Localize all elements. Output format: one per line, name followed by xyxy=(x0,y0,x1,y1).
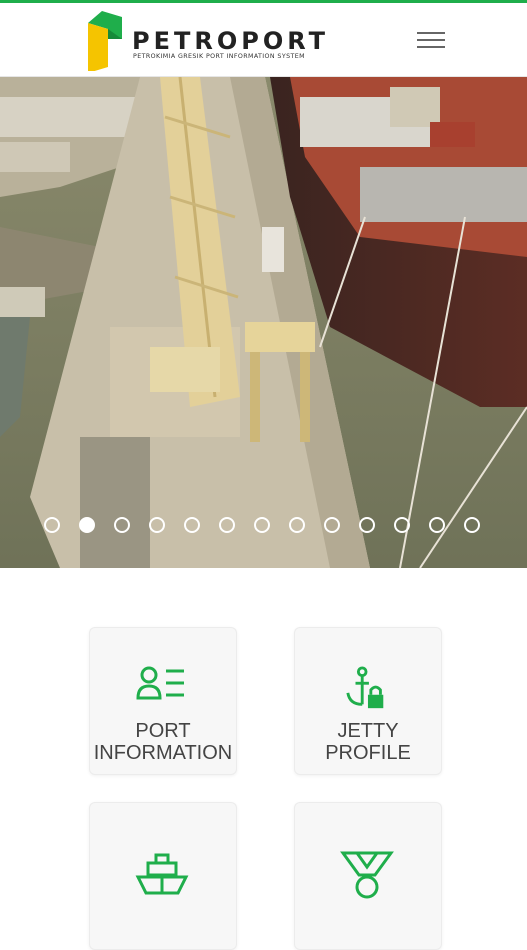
hero-carousel-slide[interactable] xyxy=(0,77,527,568)
tile-label: PORT INFORMATION xyxy=(93,720,233,764)
carousel-indicators xyxy=(0,517,527,539)
award-tile[interactable] xyxy=(294,802,442,950)
carousel-dot[interactable] xyxy=(324,517,340,533)
brand-subtitle: PETROKIMIA GRESIK PORT INFORMATION SYSTE… xyxy=(133,53,305,60)
carousel-dot[interactable] xyxy=(79,517,95,533)
carousel-dot[interactable] xyxy=(114,517,130,533)
port-information-tile[interactable]: PORT INFORMATION xyxy=(89,627,237,775)
hamburger-menu-icon[interactable] xyxy=(413,27,449,55)
medal-icon xyxy=(340,851,394,899)
carousel-dot[interactable] xyxy=(219,517,235,533)
anchor-lock-icon xyxy=(346,666,384,709)
carousel-dot[interactable] xyxy=(359,517,375,533)
port-crane-ship-photo xyxy=(0,77,527,568)
carousel-dot[interactable] xyxy=(184,517,200,533)
person-list-icon xyxy=(136,666,184,700)
logo-mark-icon xyxy=(88,11,122,71)
jetty-profile-tile[interactable]: JETTY PROFILE xyxy=(294,627,442,775)
carousel-dot[interactable] xyxy=(464,517,480,533)
ship-icon xyxy=(135,853,189,895)
tile-label: JETTY PROFILE xyxy=(325,720,411,764)
carousel-dot[interactable] xyxy=(254,517,270,533)
carousel-dot[interactable] xyxy=(394,517,410,533)
brand-title: PETROPORT xyxy=(132,27,330,55)
carousel-dot[interactable] xyxy=(149,517,165,533)
app-header: PETROPORT PETROKIMIA GRESIK PORT INFORMA… xyxy=(0,3,527,77)
carousel-dot[interactable] xyxy=(289,517,305,533)
carousel-dot[interactable] xyxy=(429,517,445,533)
vessel-tile[interactable] xyxy=(89,802,237,950)
carousel-dot[interactable] xyxy=(44,517,60,533)
petroport-logo[interactable]: PETROPORT PETROKIMIA GRESIK PORT INFORMA… xyxy=(86,7,336,73)
